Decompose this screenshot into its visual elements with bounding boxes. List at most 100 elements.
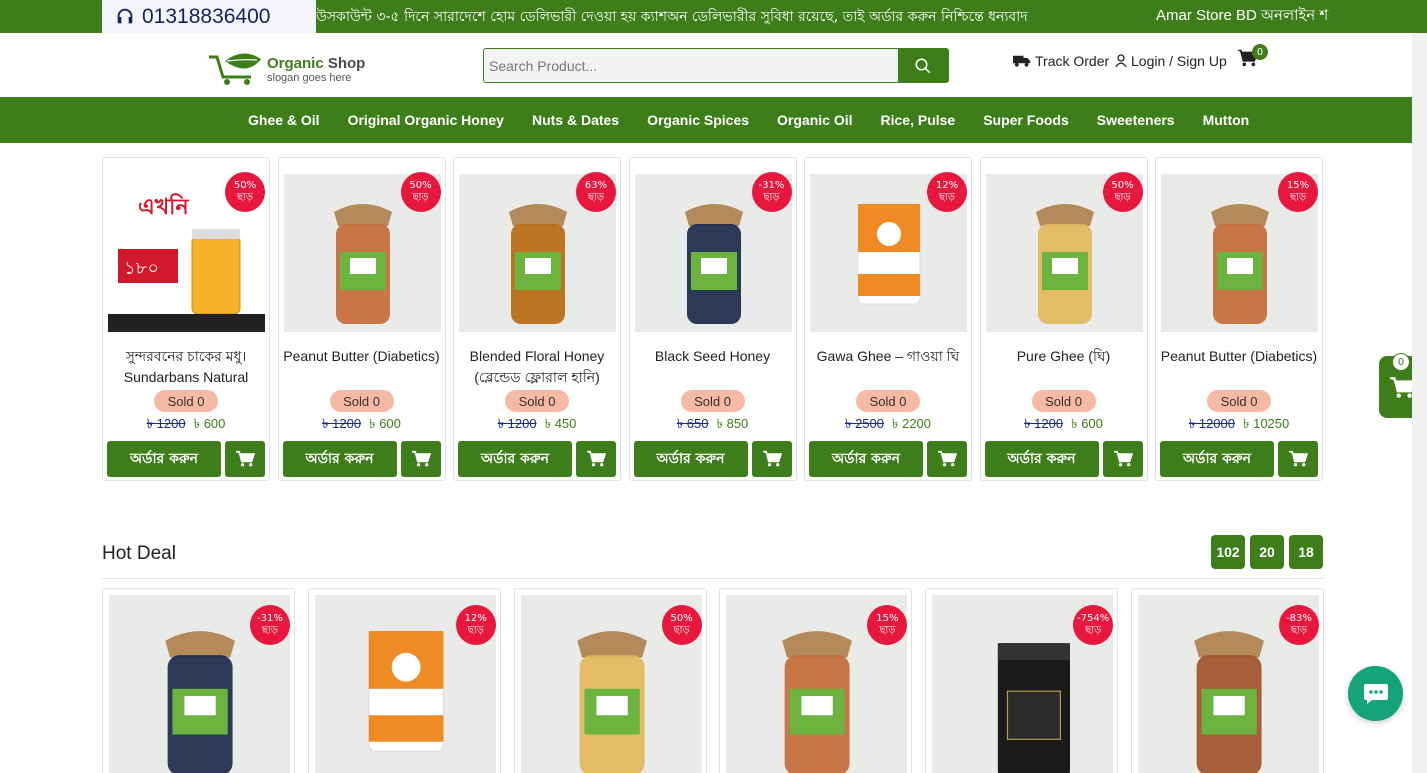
nav-item-super-foods[interactable]: Super Foods bbox=[969, 112, 1083, 128]
order-now-button[interactable]: অর্ডার করুন bbox=[458, 441, 572, 477]
product-title[interactable]: Pure Ghee (ঘি) bbox=[985, 346, 1143, 388]
product-title[interactable]: সুন্দরবনের চাকের মধু। Sundarbans Natural bbox=[107, 346, 265, 388]
add-to-cart-button[interactable] bbox=[225, 441, 265, 477]
hot-deal-card[interactable]: 12% ছাড় bbox=[307, 588, 501, 773]
cart-icon bbox=[1289, 450, 1308, 467]
product-card[interactable]: 63% ছাড় Blended Floral Honey (ব্লেন্ডেড ফ… bbox=[453, 157, 621, 481]
discount-label: ছাড় bbox=[1085, 625, 1102, 636]
discount-value: 12% bbox=[464, 613, 487, 624]
nav-item-nuts-dates[interactable]: Nuts & Dates bbox=[518, 112, 633, 128]
svg-text:১৮০: ১৮০ bbox=[124, 258, 159, 279]
nav-item-organic-oil[interactable]: Organic Oil bbox=[763, 112, 866, 128]
product-card[interactable]: -31% ছাড় Black Seed Honey Sold 0 ৳ 650 ৳ 850… bbox=[628, 157, 797, 481]
site-logo[interactable]: Organic Shop slogan goes here bbox=[207, 51, 377, 89]
hot-deal-card[interactable]: -754% ছাড় bbox=[925, 588, 1119, 773]
track-order-link[interactable]: Track Order bbox=[1013, 53, 1109, 69]
sold-count-badge: Sold 0 bbox=[154, 390, 218, 412]
product-title[interactable]: Peanut Butter (Diabetics) bbox=[283, 346, 441, 388]
add-to-cart-button[interactable] bbox=[751, 441, 792, 477]
product-card[interactable]: 15% ছাড় Peanut Butter (Diabetics) Sold 0 ৳ … bbox=[1155, 157, 1323, 481]
marquee-text: উসকাউন্ট ৩-৫ দিনে সারাদেশে হোম ডেলিভারী … bbox=[316, 8, 1028, 25]
product-card[interactable]: 12% ছাড় Gawa Ghee – গাওয়া ঘি Sold 0 ৳ 2500… bbox=[804, 157, 972, 481]
nav-item-ghee-oil[interactable]: Ghee & Oil bbox=[234, 112, 334, 128]
add-to-cart-button[interactable] bbox=[400, 441, 441, 477]
cart-icon bbox=[1113, 450, 1133, 467]
divider bbox=[102, 578, 1324, 579]
discount-label: ছাড় bbox=[1289, 192, 1307, 203]
search-icon bbox=[915, 58, 931, 73]
nav-item-sweeteners[interactable]: Sweeteners bbox=[1083, 112, 1189, 128]
sold-count-badge: Sold 0 bbox=[505, 390, 569, 412]
hot-deal-card[interactable]: -31% ছাড় bbox=[102, 588, 295, 773]
truck-icon bbox=[1013, 55, 1031, 67]
add-to-cart-button[interactable] bbox=[576, 441, 616, 477]
header-cart-button[interactable]: 0 bbox=[1236, 44, 1270, 76]
discount-badge: 50% ছাড় bbox=[661, 605, 702, 645]
floating-cart-count: 0 bbox=[1392, 353, 1410, 371]
search-button[interactable] bbox=[898, 49, 948, 82]
order-now-button[interactable]: অর্ডার করুন bbox=[633, 441, 748, 477]
hotline[interactable]: 01318836400 bbox=[102, 0, 316, 33]
discount-label: ছাড় bbox=[412, 192, 429, 203]
chat-button[interactable] bbox=[1348, 666, 1403, 721]
product-card[interactable]: 50% ছাড় Pure Ghee (ঘি) Sold 0 ৳ 1200 ৳ 600 অর… bbox=[979, 157, 1148, 481]
product-title[interactable]: Peanut Butter (Diabetics) bbox=[1160, 346, 1318, 388]
add-to-cart-button[interactable] bbox=[927, 441, 967, 477]
chat-bubble-icon bbox=[1363, 683, 1388, 704]
old-price: ৳ 1200 bbox=[497, 416, 537, 431]
discount-value: 50% bbox=[233, 180, 257, 191]
nav-item-organic-honey[interactable]: Original Organic Honey bbox=[334, 112, 518, 128]
sale-price: ৳ 600 bbox=[193, 416, 226, 431]
nav-item-organic-spices[interactable]: Organic Spices bbox=[633, 112, 763, 128]
top-announcement-bar: 01318836400 উসকাউন্ট ৩-৫ দিনে সারাদেশে হ… bbox=[0, 0, 1427, 33]
sale-price: ৳ 850 bbox=[716, 416, 749, 431]
phone-number: 01318836400 bbox=[142, 4, 271, 28]
sold-count-badge: Sold 0 bbox=[1207, 390, 1271, 412]
category-nav: Ghee & Oil Original Organic Honey Nuts &… bbox=[0, 97, 1427, 143]
add-to-cart-button[interactable] bbox=[1102, 441, 1143, 477]
product-card[interactable]: এখনি ১৮০ 50% ছাড় সুন্দরবনের চাকের মধু। Sund… bbox=[102, 157, 270, 481]
sale-price: ৳ 600 bbox=[1071, 416, 1103, 431]
product-title[interactable]: Blended Floral Honey (ব্লেন্ডেড ফ্লোরাল … bbox=[458, 346, 616, 388]
old-price: ৳ 650 bbox=[676, 416, 709, 431]
search-input[interactable] bbox=[484, 49, 898, 82]
sale-price: ৳ 450 bbox=[544, 416, 577, 431]
discount-badge: 63% ছাড় bbox=[576, 172, 616, 212]
product-title[interactable]: Gawa Ghee – গাওয়া ঘি bbox=[809, 346, 967, 388]
product-title[interactable]: Black Seed Honey bbox=[634, 346, 792, 388]
cart-icon bbox=[587, 450, 606, 467]
nav-item-rice-pulse[interactable]: Rice, Pulse bbox=[867, 112, 970, 128]
marquee-store-text: Amar Store BD অনলাইন শ bbox=[1156, 7, 1329, 24]
discount-badge: 50% ছাড় bbox=[225, 172, 265, 212]
marquee: উসকাউন্ট ৩-৫ দিনে সারাদেশে হোম ডেলিভারী … bbox=[316, 0, 1427, 33]
product-card[interactable]: 50% ছাড় Peanut Butter (Diabetics) Sold 0 ৳ … bbox=[277, 157, 446, 481]
page-scrollbar[interactable] bbox=[1412, 33, 1427, 773]
add-to-cart-button[interactable] bbox=[1278, 441, 1318, 477]
cart-leaf-logo-icon bbox=[209, 53, 261, 85]
discount-label: ছাড় bbox=[261, 625, 279, 636]
discount-value: -31% bbox=[257, 613, 283, 624]
sale-price: ৳ 600 bbox=[369, 416, 401, 431]
order-now-button[interactable]: অর্ডার করুন bbox=[107, 441, 221, 477]
discount-badge: 12% ছাড় bbox=[927, 172, 967, 212]
order-now-button[interactable]: অর্ডার করুন bbox=[984, 441, 1099, 477]
login-link[interactable]: Login / Sign Up bbox=[1115, 53, 1227, 69]
discount-label: ছাড় bbox=[879, 625, 896, 636]
old-price: ৳ 2500 bbox=[844, 416, 884, 431]
old-price: ৳ 1200 bbox=[146, 416, 186, 431]
countdown-minutes: 18 bbox=[1289, 535, 1323, 569]
hot-deal-card[interactable]: 50% ছাড় bbox=[513, 588, 707, 773]
order-now-button[interactable]: অর্ডার করুন bbox=[282, 441, 397, 477]
discount-badge: 15% ছাড় bbox=[1278, 172, 1318, 212]
countdown-hours: 20 bbox=[1250, 535, 1284, 569]
order-now-button[interactable]: অর্ডার করুন bbox=[809, 441, 923, 477]
nav-item-mutton[interactable]: Mutton bbox=[1189, 112, 1264, 128]
order-now-button[interactable]: অর্ডার করুন bbox=[1160, 441, 1274, 477]
product-grid: এখনি ১৮০ 50% ছাড় সুন্দরবনের চাকের মধু। Sund… bbox=[102, 157, 1324, 481]
discount-value: 50% bbox=[409, 180, 432, 191]
hot-deal-card[interactable]: 15% ছাড় bbox=[719, 588, 913, 773]
discount-value: 15% bbox=[1286, 180, 1310, 191]
svg-text:এখনি: এখনি bbox=[138, 193, 189, 220]
hot-deal-card[interactable]: -83% ছাড় bbox=[1131, 588, 1324, 773]
search-bar bbox=[483, 48, 949, 83]
